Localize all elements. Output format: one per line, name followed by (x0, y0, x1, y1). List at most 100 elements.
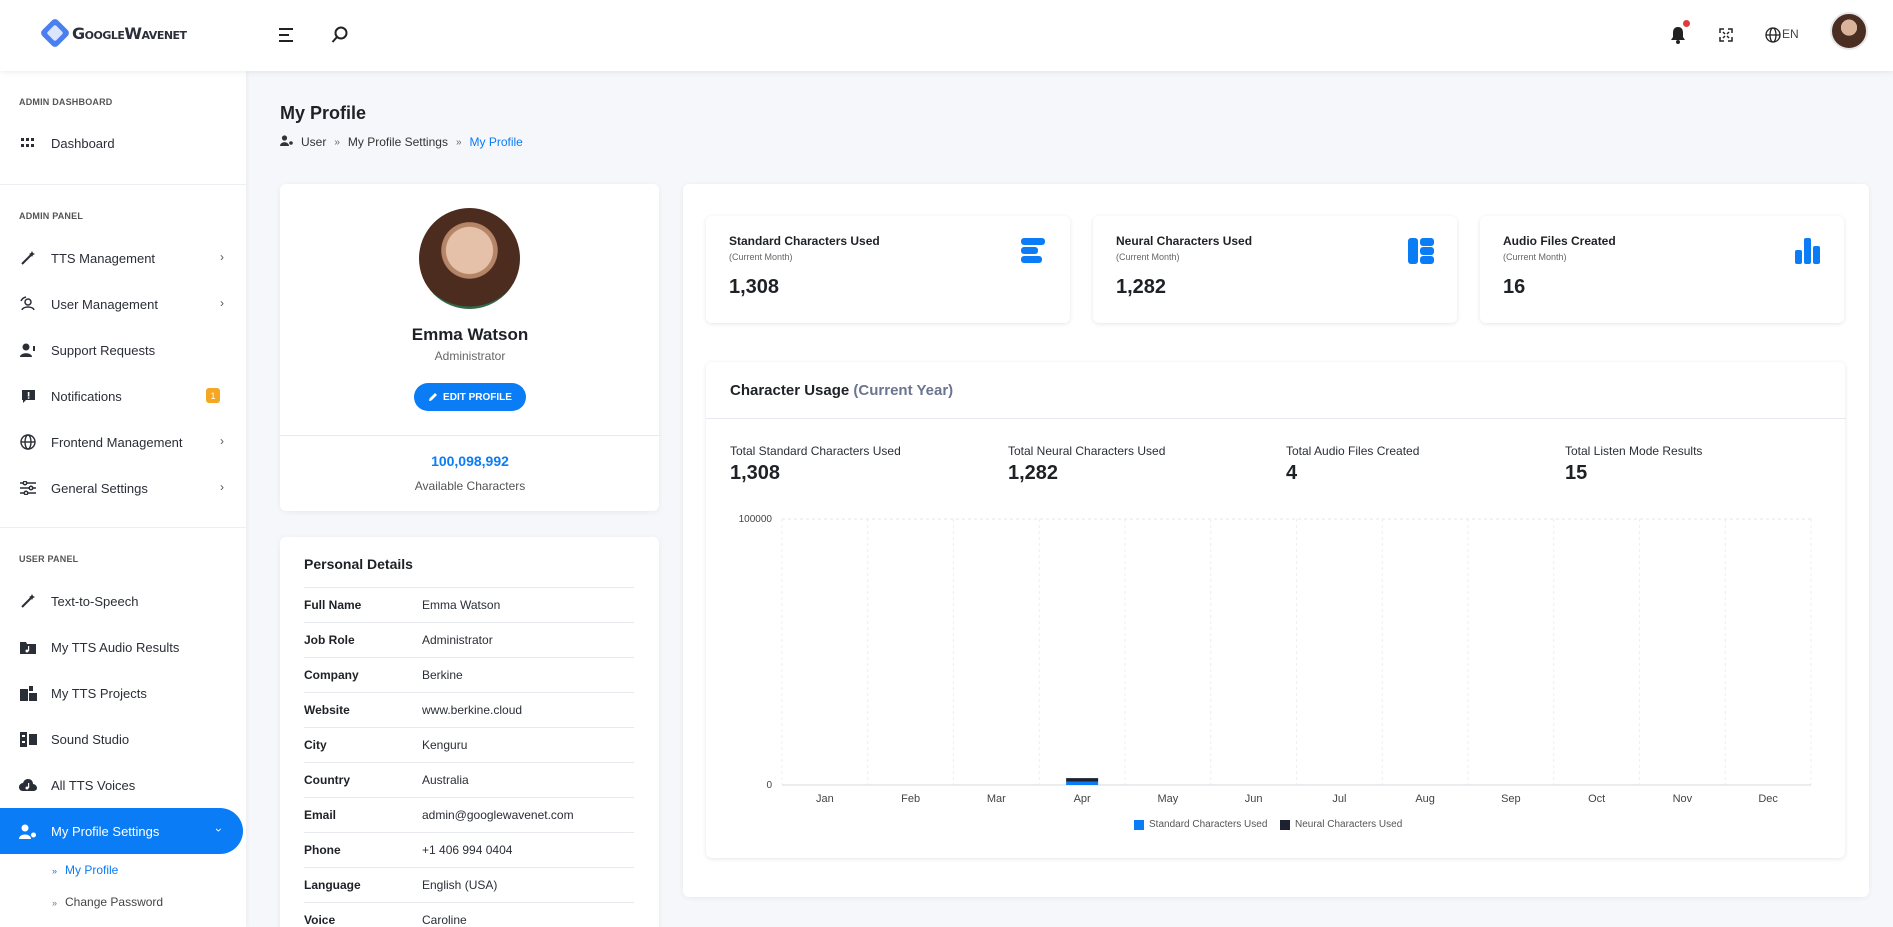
divider (0, 184, 246, 185)
sidebar-item-general-settings[interactable]: General Settings › (0, 465, 246, 511)
detail-key: City (304, 738, 327, 752)
sidebar-subitem-change-password[interactable]: » Change Password (52, 895, 163, 909)
personal-details-title: Personal Details (304, 556, 413, 572)
logo-icon (39, 17, 71, 49)
sidebar-item-label: Dashboard (51, 135, 115, 151)
sidebar-item-label: Frontend Management (51, 434, 183, 450)
edit-profile-button[interactable]: EDIT PROFILE (414, 383, 526, 411)
divider (280, 435, 660, 436)
profile-name: Emma Watson (411, 325, 529, 344)
x-tick-label: Feb (901, 793, 920, 805)
search-icon[interactable] (327, 22, 353, 48)
legend-item-standard[interactable]: Standard Characters Used (1134, 819, 1267, 830)
fullscreen-icon[interactable] (1713, 22, 1739, 48)
language-label[interactable]: EN (1782, 27, 1799, 41)
sliders-icon (19, 479, 37, 497)
detail-value: admin@googlewavenet.com (422, 808, 574, 822)
breadcrumb-separator: » (455, 136, 462, 148)
detail-row: Email admin@googlewavenet.com (304, 797, 634, 832)
sidebar-item-all-tts-voices[interactable]: All TTS Voices (0, 762, 246, 808)
x-tick-label: May (1157, 793, 1178, 805)
available-characters-label: Available Characters (414, 479, 526, 493)
double-chevron-icon: » (52, 866, 58, 876)
sidebar-item-tts-management[interactable]: TTS Management › (0, 235, 246, 281)
sidebar-item-my-tts-projects[interactable]: My TTS Projects (0, 670, 246, 716)
menu-icon[interactable] (274, 22, 300, 48)
sidebar-item-text-to-speech[interactable]: Text-to-Speech (0, 578, 246, 624)
sidebar-item-support-requests[interactable]: Support Requests (0, 327, 246, 373)
x-tick-label: Dec (1758, 793, 1778, 805)
detail-value: Berkine (422, 668, 463, 682)
bar (1066, 778, 1099, 782)
sidebar-subitem-label: My Profile (65, 863, 119, 877)
detail-key: Email (304, 808, 337, 822)
page-title: My Profile (280, 103, 367, 123)
sidebar-item-label: My TTS Audio Results (51, 639, 180, 655)
x-tick-label: Mar (987, 793, 1006, 805)
detail-key: Full Name (304, 598, 362, 612)
breadcrumb-separator: » (334, 136, 340, 148)
legend-item-neural[interactable]: Neural Characters Used (1280, 819, 1402, 830)
detail-key: Company (304, 668, 359, 682)
cloud-music-icon (19, 776, 37, 794)
breadcrumb-current: My Profile (469, 135, 523, 149)
detail-row: Voice Caroline (304, 902, 634, 927)
sidebar-item-my-profile-settings[interactable]: My Profile Settings › (0, 808, 243, 854)
stat-card-standard: Standard Characters Used (Current Month)… (706, 216, 1070, 323)
sidebar-item-label: Notifications (51, 388, 122, 404)
chevron-right-icon: › (220, 250, 224, 264)
sidebar-item-frontend-management[interactable]: Frontend Management › (0, 419, 246, 465)
sidebar: ADMIN DASHBOARD Dashboard ADMIN PANEL TT… (0, 71, 246, 927)
stat-value: 1,282 (1116, 276, 1167, 298)
sidebar-item-my-tts-audio-results[interactable]: My TTS Audio Results (0, 624, 246, 670)
detail-key: Country (304, 773, 350, 787)
total-label: Total Audio Files Created (1286, 444, 1420, 458)
detail-row: Country Australia (304, 762, 634, 797)
total-label: Total Standard Characters Used (730, 444, 901, 458)
sidebar-item-label: All TTS Voices (51, 777, 136, 793)
notification-count-badge: 1 (206, 388, 220, 403)
x-tick-label: Nov (1673, 793, 1693, 805)
sidebar-item-label: TTS Management (51, 250, 156, 266)
detail-value: Australia (422, 773, 469, 787)
x-tick-label: Jul (1332, 793, 1346, 805)
x-tick-label: Jan (816, 793, 834, 805)
top-bar: GoogleWavenet EN (0, 0, 1893, 71)
user-sync-icon (19, 295, 37, 313)
detail-row: Website www.berkine.cloud (304, 692, 634, 727)
user-avatar[interactable] (1830, 12, 1868, 50)
user-support-icon (19, 341, 37, 359)
detail-value: Kenguru (422, 738, 468, 752)
brand-logo[interactable]: GoogleWavenet (39, 17, 187, 49)
usage-container: Standard Characters Used (Current Month)… (683, 184, 1869, 897)
grid-blocks-icon (1408, 238, 1434, 264)
alert-message-icon (19, 387, 37, 405)
detail-key: Phone (304, 843, 341, 857)
detail-key: Website (304, 703, 350, 717)
stat-card-audio: Audio Files Created (Current Month) 16 (1480, 216, 1844, 323)
sidebar-item-label: My TTS Projects (51, 685, 147, 701)
sidebar-item-label: User Management (51, 296, 158, 312)
detail-row: Phone +1 406 994 0404 (304, 832, 634, 867)
y-tick-label: 100000 (739, 514, 773, 525)
section-admin-panel: ADMIN PANEL (19, 211, 84, 221)
section-user-panel: USER PANEL (19, 554, 79, 564)
music-folder-icon (19, 638, 37, 656)
detail-value: Emma Watson (422, 598, 501, 612)
sidebar-subitem-my-profile[interactable]: » My Profile (52, 863, 118, 877)
breadcrumb-item[interactable]: User (301, 135, 326, 149)
detail-key: Language (304, 878, 361, 892)
profile-card: Emma Watson Administrator EDIT PROFILE 1… (280, 184, 660, 511)
chevron-right-icon: › (220, 434, 224, 448)
character-usage-card: Character Usage (Current Year) Total Sta… (706, 362, 1846, 858)
sidebar-item-user-management[interactable]: User Management › (0, 281, 246, 327)
sidebar-item-sound-studio[interactable]: Sound Studio (0, 716, 246, 762)
detail-value: English (USA) (422, 878, 498, 892)
breadcrumb-item[interactable]: My Profile Settings (348, 135, 448, 149)
sidebar-item-dashboard[interactable]: Dashboard (0, 120, 246, 166)
sidebar-item-label: My Profile Settings (51, 823, 160, 839)
stat-title: Neural Characters Used (1116, 234, 1253, 248)
total-value: 1,308 (730, 462, 781, 484)
detail-key: Voice (304, 913, 336, 927)
sidebar-item-notifications[interactable]: Notifications 1 (0, 373, 246, 419)
